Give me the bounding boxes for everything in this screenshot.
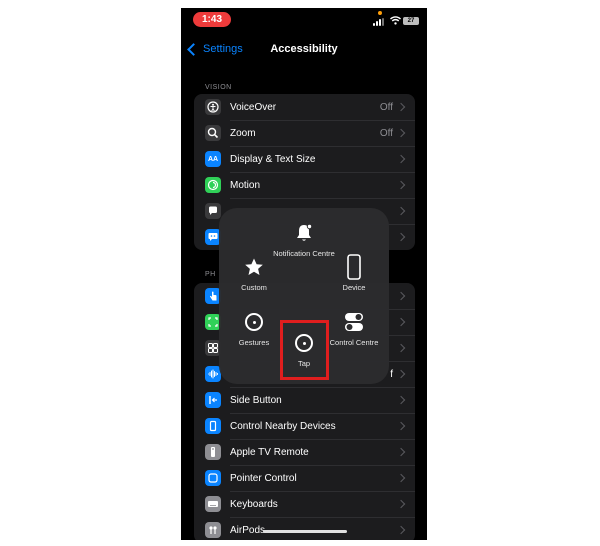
toggle-icon — [345, 313, 363, 331]
page-title: Accessibility — [270, 43, 338, 55]
row-value: Off — [379, 101, 393, 113]
section-header-vision: VISION — [205, 84, 232, 91]
notification-centre-button[interactable]: Notification Centre — [272, 220, 336, 258]
chevron-right-icon — [396, 369, 406, 379]
row-label: Motion — [230, 179, 261, 191]
list-item-side-button[interactable]: Side Button — [194, 387, 415, 413]
list-item-control-nearby-devices[interactable]: Control Nearby Devices — [194, 413, 415, 439]
row-label: Apple TV Remote — [230, 446, 309, 458]
chevron-right-icon — [396, 180, 406, 190]
privacy-indicator — [378, 11, 382, 15]
list-item-display-text-size[interactable]: AA Display & Text Size — [194, 146, 415, 172]
row-label: AirPods — [230, 524, 266, 536]
battery-icon: 27 — [403, 17, 419, 25]
custom-label: Custom — [241, 283, 267, 292]
row-label: Side Button — [230, 394, 282, 406]
list-item-airpods[interactable]: AirPods — [194, 517, 415, 540]
pointer-icon — [205, 470, 221, 486]
navigation-bar: Settings Accessibility — [181, 38, 427, 60]
list-item-pointer-control[interactable]: Pointer Control — [194, 465, 415, 491]
zoom-icon — [205, 125, 221, 141]
chevron-right-icon — [396, 128, 406, 138]
chevron-right-icon — [396, 232, 406, 242]
chevron-right-icon — [396, 473, 406, 483]
chevron-right-icon — [396, 421, 406, 431]
row-label: Zoom — [230, 127, 256, 139]
row-value: f — [390, 368, 393, 380]
row-label: Pointer Control — [230, 472, 297, 484]
chevron-right-icon — [396, 154, 406, 164]
keyboard-icon — [205, 496, 221, 512]
iphone-icon — [347, 254, 361, 280]
status-bar: 1:43 27 — [181, 8, 427, 32]
remote-icon — [205, 444, 221, 460]
list-item-zoom[interactable]: Zoom Off — [194, 120, 415, 146]
spoken-content-icon — [205, 203, 221, 219]
cellular-signal-icon — [373, 18, 387, 26]
star-icon — [245, 258, 263, 275]
chevron-right-icon — [396, 102, 406, 112]
tap-highlight-box — [280, 320, 329, 380]
chevron-right-icon — [396, 343, 406, 353]
bell-icon — [297, 223, 313, 241]
chevron-right-icon — [396, 525, 406, 535]
chevron-right-icon — [396, 447, 406, 457]
gestures-icon — [245, 313, 263, 331]
side-button-icon — [205, 392, 221, 408]
chevron-right-icon — [396, 206, 406, 216]
nearby-devices-icon — [205, 418, 221, 434]
custom-button[interactable]: Custom — [222, 254, 286, 292]
row-label: Display & Text Size — [230, 153, 316, 165]
row-value: Off — [379, 127, 393, 139]
device-label: Device — [342, 283, 366, 292]
airpods-icon — [205, 522, 221, 538]
list-item-keyboards[interactable]: Keyboards — [194, 491, 415, 517]
list-item-voiceover[interactable]: VoiceOver Off — [194, 94, 415, 120]
motion-icon — [205, 177, 221, 193]
row-label: Keyboards — [230, 498, 278, 510]
chevron-right-icon — [396, 499, 406, 509]
chevron-right-icon — [396, 395, 406, 405]
list-item-motion[interactable]: Motion — [194, 172, 415, 198]
home-indicator[interactable] — [263, 530, 347, 533]
text-size-icon: AA — [205, 151, 221, 167]
chevron-right-icon — [396, 317, 406, 327]
wifi-icon — [390, 16, 401, 25]
voiceover-icon — [205, 99, 221, 115]
section-header-physical: PH — [205, 271, 216, 278]
device-button[interactable]: Device — [322, 254, 386, 292]
row-label: Control Nearby Devices — [230, 420, 336, 432]
row-label: VoiceOver — [230, 101, 277, 113]
list-item-apple-tv-remote[interactable]: Apple TV Remote — [194, 439, 415, 465]
chevron-right-icon — [396, 291, 406, 301]
status-time: 1:43 — [193, 12, 231, 27]
